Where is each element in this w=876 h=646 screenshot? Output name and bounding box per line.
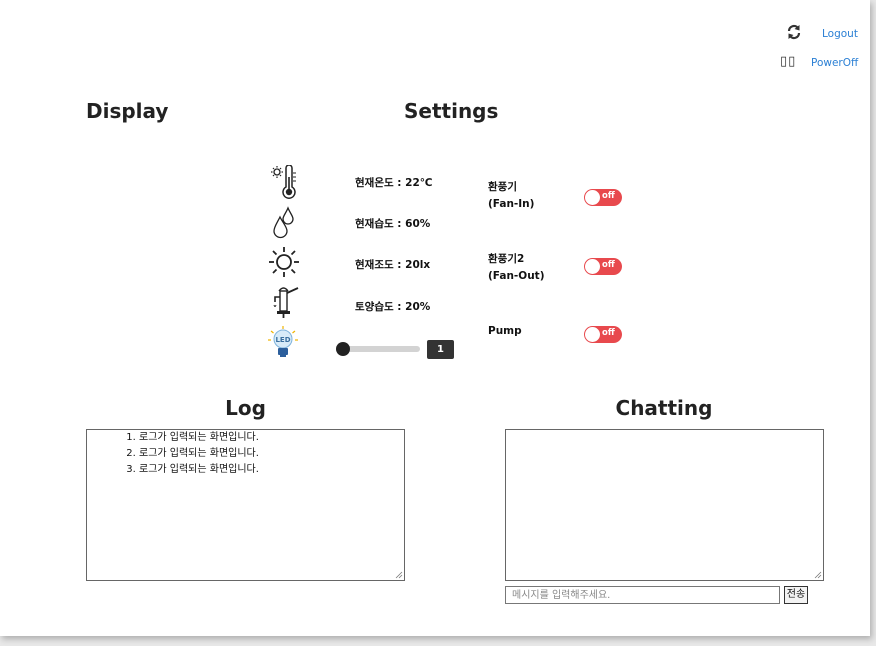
- toggle-state: off: [602, 328, 615, 338]
- resize-grip-icon[interactable]: [814, 571, 822, 579]
- sun-icon: [269, 247, 299, 277]
- poweroff-link[interactable]: PowerOff: [811, 57, 858, 69]
- fan-out-toggle[interactable]: off: [584, 258, 622, 275]
- setting-subname: (Fan-In): [488, 198, 535, 210]
- logout-link[interactable]: Logout: [822, 28, 858, 40]
- led-bulb-icon: LED: [268, 326, 298, 357]
- log-entry: 로그가 입력되는 화면입니다.: [139, 462, 404, 478]
- log-title: Log: [225, 396, 266, 420]
- log-textarea[interactable]: 로그가 입력되는 화면입니다. 로그가 입력되는 화면입니다. 로그가 입력되는…: [86, 429, 405, 581]
- setting-label-fan-out: 환풍기2 (Fan-Out): [488, 251, 545, 285]
- log-entry: 로그가 입력되는 화면입니다.: [139, 430, 404, 446]
- illuminance-reading: 현재조도 : 20lx: [355, 259, 431, 271]
- toggle-knob: [585, 190, 600, 205]
- led-slider-track[interactable]: [338, 346, 420, 352]
- chatting-title: Chatting: [615, 396, 713, 420]
- power-icon[interactable]: ▯▯: [780, 54, 796, 69]
- led-value-display: 1: [427, 340, 454, 359]
- toggle-knob: [585, 259, 600, 274]
- thermometer-icon: [271, 165, 296, 199]
- setting-subname: (Fan-Out): [488, 270, 545, 282]
- water-drops-icon: [273, 206, 294, 239]
- led-slider-thumb[interactable]: [336, 342, 350, 356]
- display-title: Display: [86, 99, 169, 123]
- toggle-state: off: [602, 260, 615, 270]
- led-icon-text: LED: [275, 336, 290, 344]
- chat-display-textarea[interactable]: [505, 429, 824, 581]
- main-panel: Logout ▯▯ PowerOff Display Settings 현재온도…: [0, 0, 870, 636]
- setting-label-pump: Pump: [488, 323, 522, 340]
- refresh-icon[interactable]: [786, 24, 802, 40]
- log-list: 로그가 입력되는 화면입니다. 로그가 입력되는 화면입니다. 로그가 입력되는…: [87, 430, 404, 478]
- toggle-state: off: [602, 191, 615, 201]
- fan-in-toggle[interactable]: off: [584, 189, 622, 206]
- humidity-reading: 현재습도 : 60%: [355, 218, 431, 230]
- settings-title: Settings: [404, 99, 499, 123]
- setting-label-fan-in: 환풍기 (Fan-In): [488, 179, 534, 213]
- send-button[interactable]: 전송: [784, 586, 808, 604]
- setting-name: Pump: [488, 325, 522, 337]
- log-entry: 로그가 입력되는 화면입니다.: [139, 446, 404, 462]
- temperature-reading: 현재온도 : 22℃: [355, 177, 433, 189]
- message-input[interactable]: 메시지를 입력해주세요.: [505, 586, 780, 604]
- water-pump-icon: [273, 287, 299, 318]
- resize-grip-icon[interactable]: [395, 571, 403, 579]
- setting-name: 환풍기2: [488, 253, 525, 265]
- setting-name: 환풍기: [488, 181, 517, 193]
- toggle-knob: [585, 327, 600, 342]
- pump-toggle[interactable]: off: [584, 326, 622, 343]
- soil-moisture-reading: 토양습도 : 20%: [355, 301, 431, 313]
